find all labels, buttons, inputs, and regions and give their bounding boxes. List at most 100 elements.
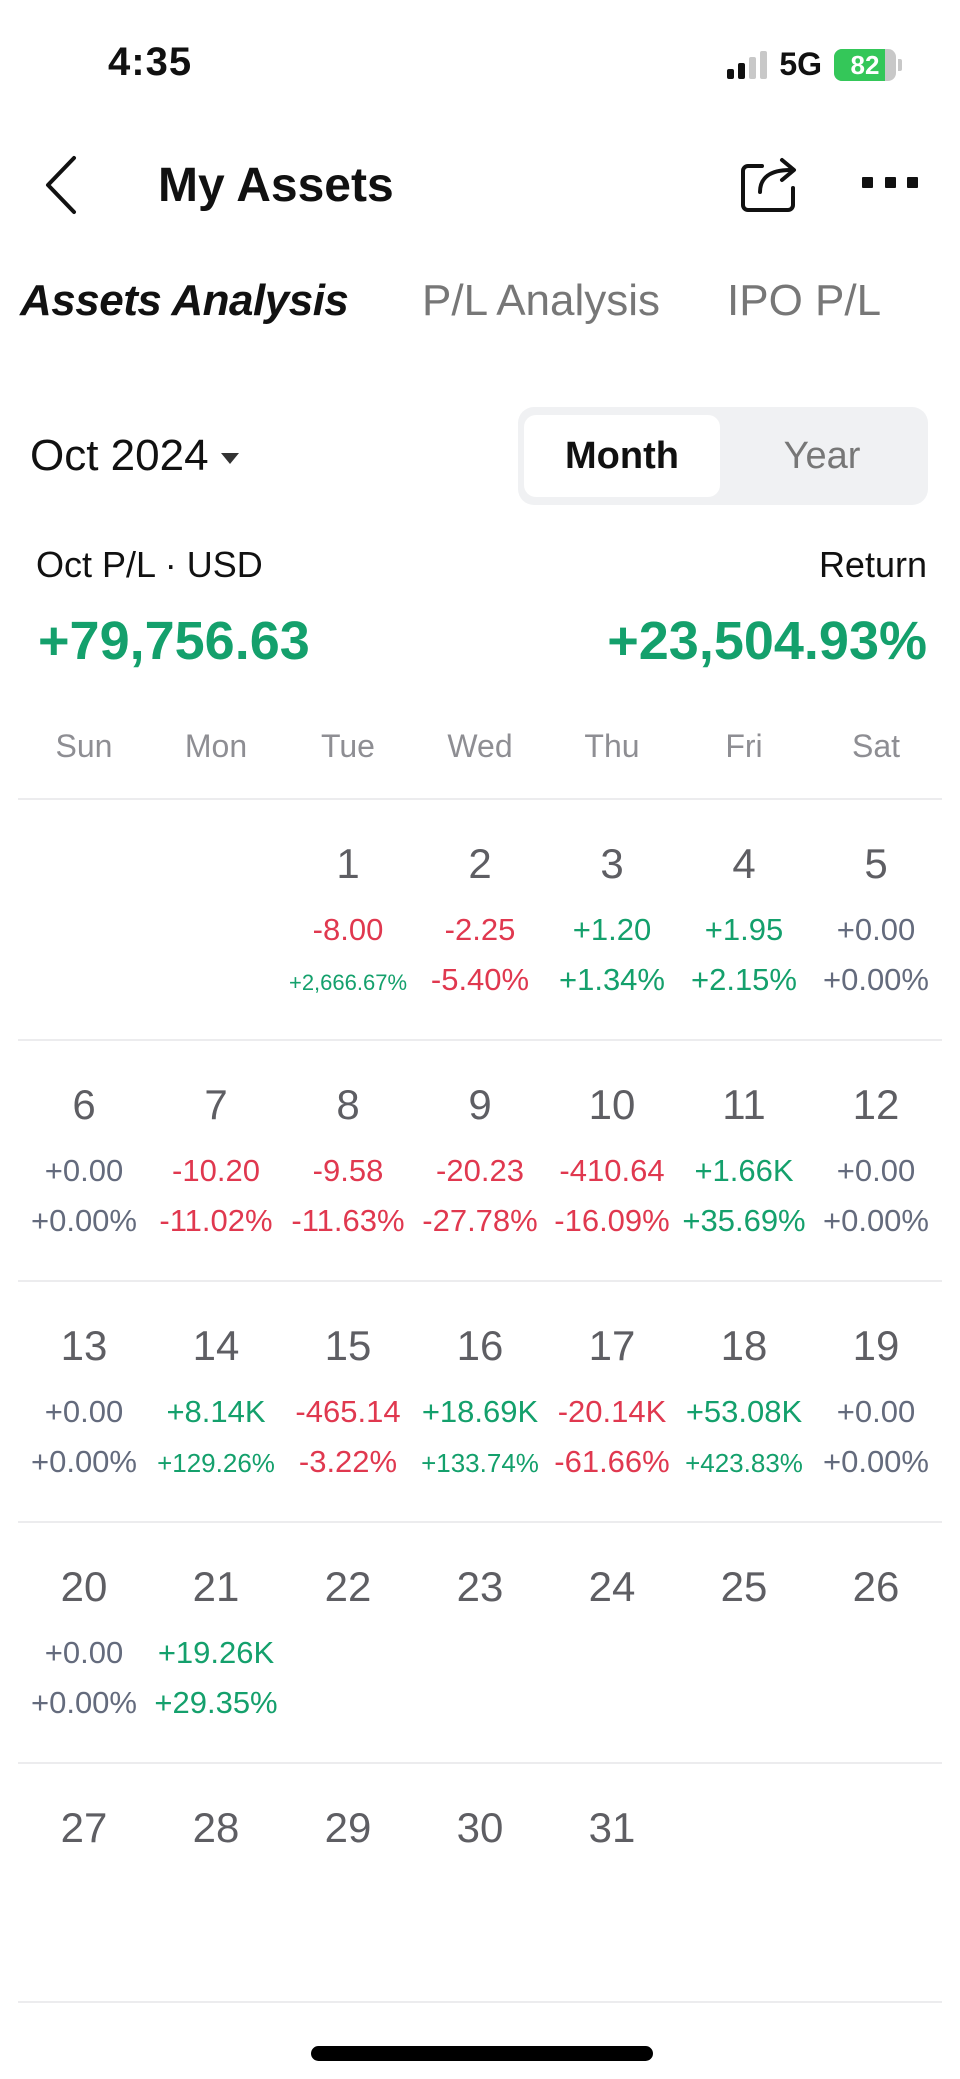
segment-year[interactable]: Year	[724, 415, 920, 497]
calendar-week-row: 1 -8.00 +2,666.67% 2 -2.25 -5.40% 3 +1.20 +1.34%…	[18, 798, 942, 1039]
day-pl-value: +0.00	[836, 1394, 916, 1429]
ellipsis-icon-dot	[862, 176, 873, 188]
day-return-percent: -11.02%	[159, 1203, 273, 1238]
calendar-empty-cell	[810, 1764, 942, 2001]
day-number: 1	[336, 840, 360, 887]
day-return-percent: -61.66%	[554, 1444, 670, 1479]
calendar-empty-cell	[150, 800, 282, 1039]
calendar-day-cell[interactable]: 17 -20.14K -61.66%	[546, 1282, 678, 1521]
day-number: 7	[204, 1081, 228, 1128]
day-pl-value: +1.95	[704, 912, 784, 947]
day-return-percent: -16.09%	[554, 1203, 670, 1238]
calendar-day-cell[interactable]: 6 +0.00 +0.00%	[18, 1041, 150, 1280]
tab-pl-analysis[interactable]: P/L Analysis	[422, 276, 660, 326]
pl-value: +79,756.63	[38, 611, 310, 671]
day-return-percent: +0.00%	[30, 1203, 137, 1238]
calendar-day-cell[interactable]: 21 +19.26K +29.35%	[150, 1523, 282, 1762]
calendar-day-cell[interactable]: 15 -465.14 -3.22%	[282, 1282, 414, 1521]
day-pl-value: +1.20	[572, 912, 652, 947]
calendar-day-cell[interactable]: 16 +18.69K +133.74%	[414, 1282, 546, 1521]
calendar-day-cell[interactable]: 11 +1.66K +35.69%	[678, 1041, 810, 1280]
day-pl-value: +0.00	[44, 1635, 124, 1670]
day-return-percent: +129.26%	[157, 1448, 275, 1478]
calendar-day-cell[interactable]: 23	[414, 1523, 546, 1762]
calendar-day-cell[interactable]: 19 +0.00 +0.00%	[810, 1282, 942, 1521]
calendar-day-cell[interactable]: 25	[678, 1523, 810, 1762]
pl-calendar: 1 -8.00 +2,666.67% 2 -2.25 -5.40% 3 +1.20 +1.34%…	[18, 798, 942, 2003]
tab-ipo-pl[interactable]: IPO P/L	[727, 276, 881, 326]
day-number: 13	[60, 1322, 108, 1369]
day-return-percent: +0.00%	[822, 1203, 929, 1238]
return-value: +23,504.93%	[607, 611, 927, 671]
day-number: 23	[456, 1563, 504, 1610]
day-return-percent: +2.15%	[690, 962, 797, 997]
day-number: 15	[324, 1322, 372, 1369]
battery-icon: 82	[834, 48, 896, 81]
caret-down-icon	[220, 452, 239, 464]
day-number: 17	[588, 1322, 636, 1369]
day-pl-value: +1.66K	[694, 1153, 794, 1188]
calendar-day-cell[interactable]: 2 -2.25 -5.40%	[414, 800, 546, 1039]
page-title: My Assets	[158, 159, 394, 212]
day-number: 20	[60, 1563, 108, 1610]
day-return-percent: -27.78%	[422, 1203, 538, 1238]
calendar-day-cell[interactable]: 9 -20.23 -27.78%	[414, 1041, 546, 1280]
day-number: 18	[720, 1322, 768, 1369]
calendar-day-cell[interactable]: 7 -10.20 -11.02%	[150, 1041, 282, 1280]
calendar-day-cell[interactable]: 4 +1.95 +2.15%	[678, 800, 810, 1039]
segment-month[interactable]: Month	[524, 415, 720, 497]
calendar-day-cell[interactable]: 13 +0.00 +0.00%	[18, 1282, 150, 1521]
calendar-day-cell[interactable]: 8 -9.58 -11.63%	[282, 1041, 414, 1280]
more-options-button[interactable]	[862, 152, 918, 212]
pl-summary: Oct P/L · USD Return +79,756.63 +23,504.…	[0, 540, 960, 680]
calendar-day-cell[interactable]: 24	[546, 1523, 678, 1762]
day-number: 14	[192, 1322, 240, 1369]
home-indicator[interactable]	[311, 2046, 653, 2061]
day-pl-value: -10.20	[172, 1153, 260, 1188]
day-number: 22	[324, 1563, 372, 1610]
day-return-percent: +1.34%	[558, 962, 665, 997]
calendar-day-cell[interactable]: 31	[546, 1764, 678, 2001]
day-number: 30	[456, 1804, 504, 1851]
calendar-week-row: 13 +0.00 +0.00% 14 +8.14K +129.26% 15 -465.14 -3…	[18, 1280, 942, 1521]
calendar-day-cell[interactable]: 3 +1.20 +1.34%	[546, 800, 678, 1039]
month-dropdown[interactable]: Oct 2024	[30, 431, 239, 481]
day-pl-value: +18.69K	[421, 1394, 539, 1429]
calendar-day-cell[interactable]: 20 +0.00 +0.00%	[18, 1523, 150, 1762]
calendar-day-cell[interactable]: 1 -8.00 +2,666.67%	[282, 800, 414, 1039]
day-return-percent: +0.00%	[30, 1685, 137, 1720]
calendar-day-cell[interactable]: 18 +53.08K +423.83%	[678, 1282, 810, 1521]
back-button[interactable]	[36, 152, 86, 218]
calendar-day-cell[interactable]: 22	[282, 1523, 414, 1762]
day-number: 12	[852, 1081, 900, 1128]
ellipsis-icon-dot	[884, 176, 896, 188]
day-pl-value: +0.00	[44, 1394, 124, 1429]
calendar-day-cell[interactable]: 30	[414, 1764, 546, 2001]
calendar-day-cell[interactable]: 29	[282, 1764, 414, 2001]
weekday-label: Thu	[584, 728, 640, 764]
calendar-day-cell[interactable]: 26	[810, 1523, 942, 1762]
calendar-day-cell[interactable]: 27	[18, 1764, 150, 2001]
day-pl-value: +0.00	[44, 1153, 124, 1188]
day-pl-value: -9.58	[312, 1153, 384, 1188]
calendar-week-row: 20 +0.00 +0.00% 21 +19.26K +29.35% 22 23 24 25 26	[18, 1521, 942, 1762]
battery-level: 82	[850, 49, 880, 80]
day-number: 26	[852, 1563, 900, 1610]
calendar-day-cell[interactable]: 28	[150, 1764, 282, 2001]
ellipsis-icon-dot	[907, 176, 918, 188]
share-button[interactable]	[738, 150, 800, 216]
tab-assets-analysis[interactable]: Assets Analysis	[20, 276, 349, 326]
calendar-day-cell[interactable]: 10 -410.64 -16.09%	[546, 1041, 678, 1280]
weekday-label: Wed	[447, 728, 513, 764]
day-pl-value: +8.14K	[166, 1394, 266, 1429]
day-number: 3	[600, 840, 624, 887]
day-number: 2	[468, 840, 492, 887]
status-time: 4:35	[108, 40, 193, 84]
period-controls: Oct 2024 Month Year	[0, 405, 960, 505]
day-number: 11	[722, 1081, 766, 1128]
day-number: 10	[588, 1081, 636, 1128]
calendar-day-cell[interactable]: 12 +0.00 +0.00%	[810, 1041, 942, 1280]
active-tab-indicator	[14, 331, 284, 345]
calendar-day-cell[interactable]: 14 +8.14K +129.26%	[150, 1282, 282, 1521]
calendar-day-cell[interactable]: 5 +0.00 +0.00%	[810, 800, 942, 1039]
